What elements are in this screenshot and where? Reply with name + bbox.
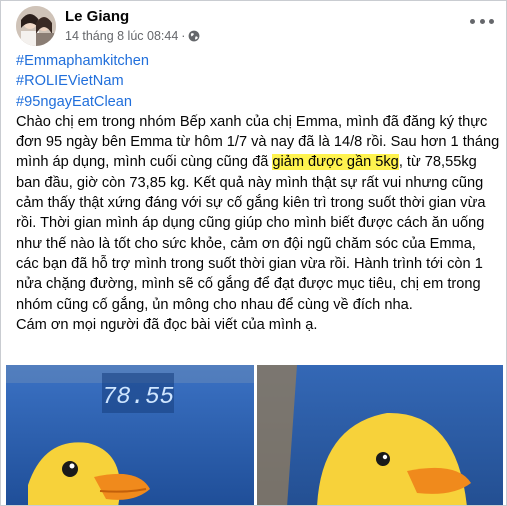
avatar[interactable] xyxy=(16,6,56,46)
post-meta: 14 tháng 8 lúc 08:44 · xyxy=(65,29,200,43)
closing-line: Cám ơn mọi người đã đọc bài viết của mìn… xyxy=(16,316,318,333)
post-timestamp[interactable]: 14 tháng 8 lúc 08:44 xyxy=(65,29,178,43)
meta-separator: · xyxy=(181,29,186,43)
scale-photo[interactable] xyxy=(257,365,503,505)
hashtag-link[interactable]: #ROLIEVietNam xyxy=(16,71,500,91)
scale-reading: 78.55 xyxy=(102,384,174,411)
highlighted-text: giảm được gần 5kg xyxy=(272,154,399,171)
post-paragraph: Chào chị em trong nhóm Bếp xanh của chị … xyxy=(16,112,500,315)
hashtag-link[interactable]: #Emmaphamkitchen xyxy=(16,51,500,71)
more-dot xyxy=(489,18,494,24)
post-text: #Emmaphamkitchen #ROLIEVietNam #95ngayEa… xyxy=(16,51,500,335)
facebook-post: Le Giang 14 tháng 8 lúc 08:44 · #Emmapha… xyxy=(0,0,507,506)
more-dot xyxy=(479,18,485,24)
scale-photo[interactable]: 78.55 xyxy=(6,365,254,505)
author-name[interactable]: Le Giang xyxy=(65,8,129,25)
globe-icon[interactable] xyxy=(188,30,200,42)
paragraph-text: , từ 78,55kg ban đầu, giờ còn 73,85 kg. … xyxy=(16,154,486,313)
more-dot xyxy=(470,18,475,24)
hashtag-link[interactable]: #95ngayEatClean xyxy=(16,92,500,112)
photo-grid: 78.55 xyxy=(1,365,506,505)
more-options-icon[interactable] xyxy=(470,14,494,28)
post-header: Le Giang 14 tháng 8 lúc 08:44 · xyxy=(16,6,496,48)
